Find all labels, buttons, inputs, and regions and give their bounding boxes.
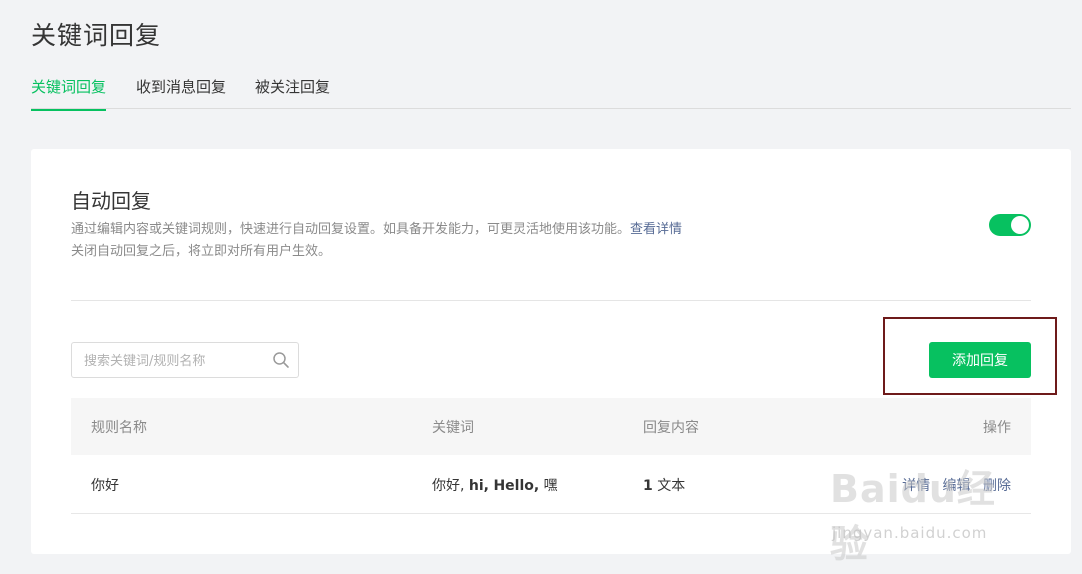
divider: [71, 300, 1031, 301]
th-rule-name: 规则名称: [91, 420, 147, 436]
tab-bar: 关键词回复 收到消息回复 被关注回复: [31, 66, 1071, 111]
section-title: 自动回复: [71, 189, 151, 213]
search-icon[interactable]: [272, 351, 290, 369]
tab-message-reply[interactable]: 收到消息回复: [136, 76, 226, 109]
th-actions: 操作: [983, 420, 1011, 436]
th-reply-content: 回复内容: [643, 420, 699, 436]
view-details-link[interactable]: 查看详情: [630, 222, 682, 237]
reply-content: 1 文本: [643, 475, 685, 495]
tab-follow-reply[interactable]: 被关注回复: [255, 76, 330, 109]
keyword: 你好,: [432, 478, 465, 494]
rule-name: 你好: [91, 478, 119, 494]
delete-link[interactable]: 删除: [983, 478, 1011, 494]
reply-count: 1: [643, 478, 653, 494]
keyword: 嘿: [543, 478, 558, 494]
desc-line-2: 关闭自动回复之后，将立即对所有用户生效。: [71, 244, 332, 259]
toggle-knob: [1011, 216, 1029, 234]
section-description: 通过编辑内容或关键词规则，快速进行自动回复设置。如具备开发能力，可更灵活地使用该…: [71, 219, 682, 263]
search-input[interactable]: [82, 343, 266, 379]
tab-keyword-reply[interactable]: 关键词回复: [31, 76, 107, 111]
search-box: [71, 342, 299, 379]
table-row: 你好 你好, hi, Hello, 嘿 1 文本 详情 编辑 删除: [71, 455, 1031, 514]
keyword: Hello,: [493, 478, 540, 494]
edit-link[interactable]: 编辑: [943, 478, 971, 494]
reply-type: 文本: [657, 478, 686, 494]
rule-keywords: 你好, hi, Hello, 嘿: [432, 475, 558, 495]
table-header: 规则名称 关键词 回复内容 操作: [71, 398, 1031, 455]
page-title: 关键词回复: [31, 21, 162, 50]
th-keywords: 关键词: [432, 420, 474, 436]
row-actions: 详情 编辑 删除: [902, 475, 1011, 495]
auto-reply-toggle[interactable]: [989, 214, 1031, 236]
add-reply-button[interactable]: 添加回复: [929, 342, 1031, 378]
detail-link[interactable]: 详情: [902, 478, 930, 494]
keyword: hi,: [468, 478, 489, 494]
auto-reply-card: 自动回复 通过编辑内容或关键词规则，快速进行自动回复设置。如具备开发能力，可更灵…: [31, 149, 1071, 554]
desc-line-1: 通过编辑内容或关键词规则，快速进行自动回复设置。如具备开发能力，可更灵活地使用该…: [71, 222, 631, 237]
